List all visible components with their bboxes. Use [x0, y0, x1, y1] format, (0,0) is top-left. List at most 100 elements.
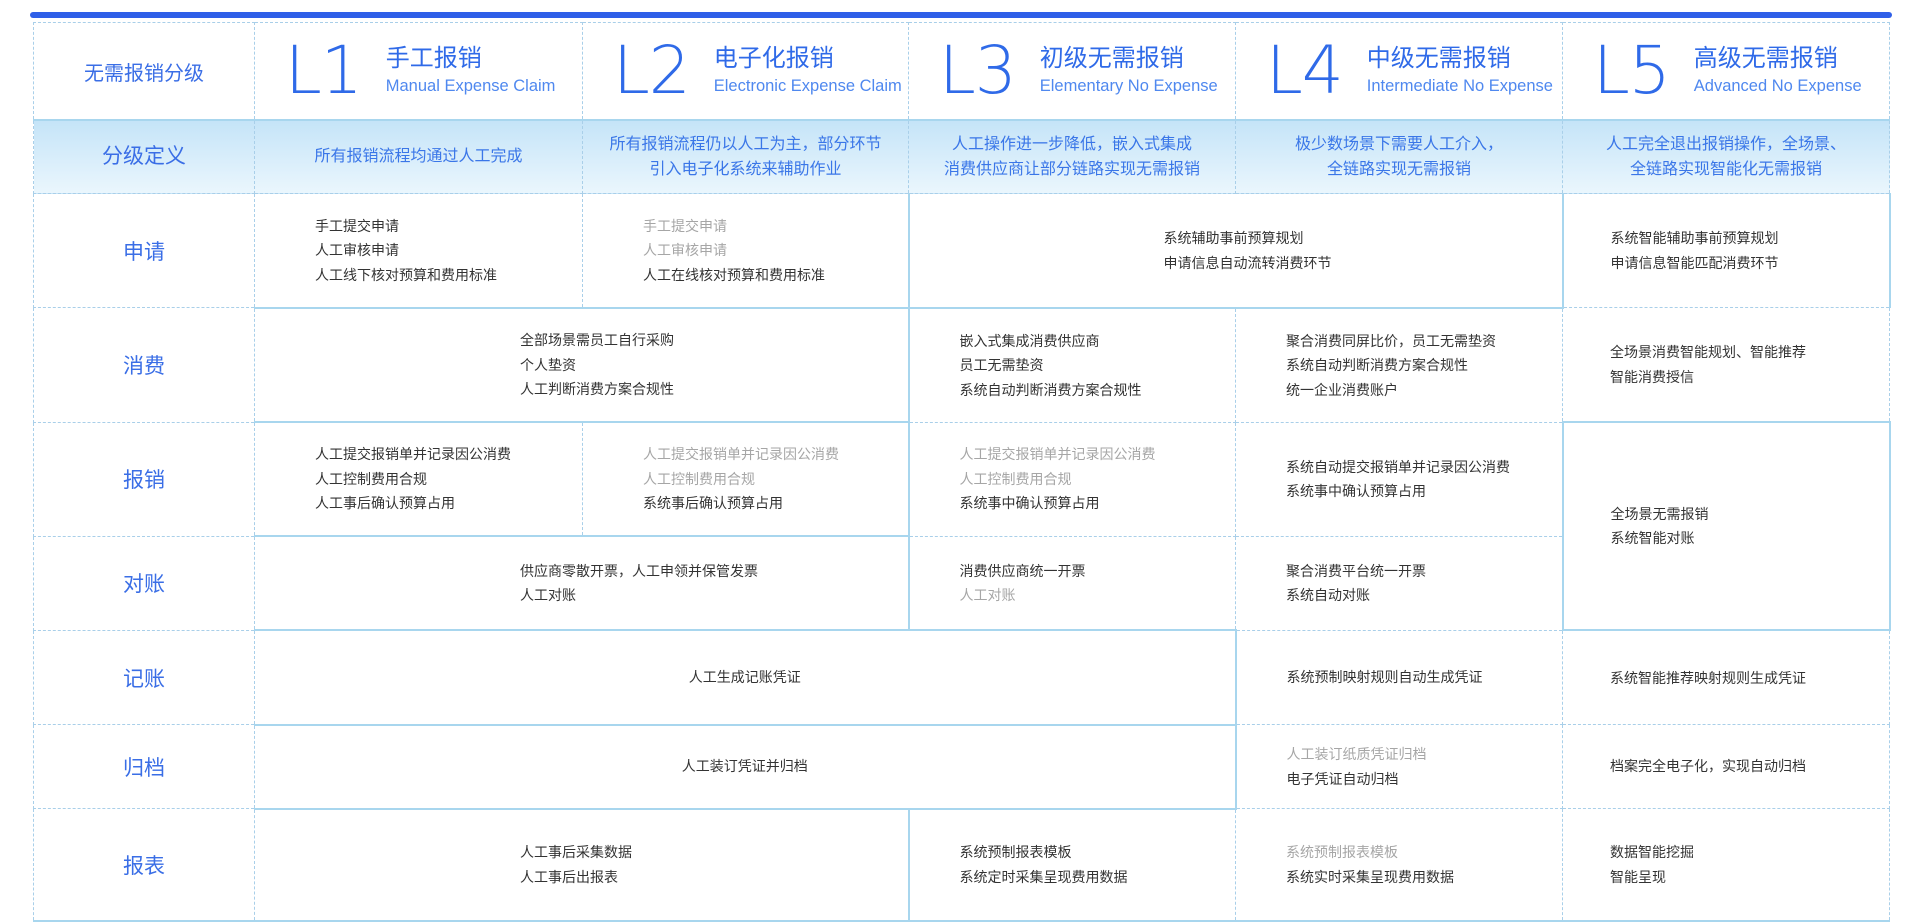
level-english: Elementary No Expense [1039, 76, 1218, 95]
definition-l2: 所有报销流程仍以人工为主，部分环节 引入电子化系统来辅助作业 [582, 119, 909, 195]
cell-consume-l1-l2: 全部场景需员工自行采购 个人垫资 人工判断消费方案合规性 [254, 306, 910, 423]
row-bookkeeping: 记账 人工生成记账凭证 系统预制映射规则自动生成凭证 系统智能推荐映射规则生成凭… [33, 629, 1890, 726]
cell-line: 系统自动对账 [1286, 587, 1370, 604]
cell-archive-l5: 档案完全电子化，实现自动归档 [1562, 724, 1890, 810]
cell-line: 系统预制映射规则自动生成凭证 [1286, 669, 1483, 686]
cell-line: 系统事后确认预算占用 [643, 495, 783, 512]
cell-line: 人工控制费用合规 [315, 470, 427, 487]
level-name: 中级无需报销 [1366, 44, 1511, 72]
definition-text: 引入电子化系统来辅助作业 [649, 161, 842, 179]
level-number: L5 [1593, 32, 1671, 110]
level-name: 手工报销 [385, 44, 482, 72]
cell-line: 人工提交报销单并记录因公消费 [643, 446, 839, 463]
cell-consume-l4: 聚合消费同屏比价，员工无需垫资 系统自动判断消费方案合规性 统一企业消费账户 [1235, 306, 1563, 423]
level-header-l1: L1 手工报销 Manual Expense Claim [254, 22, 583, 121]
definition-text: 极少数场景下需要人工介入， [1294, 135, 1503, 153]
row-label-bookkeeping: 记账 [33, 629, 255, 726]
level-header-l3: L3 初级无需报销 Elementary No Expense [908, 22, 1236, 121]
row-label-reconcile: 对账 [33, 535, 255, 631]
cell-line: 系统事中确认预算占用 [1286, 483, 1426, 500]
row-label-consume: 消费 [33, 307, 255, 423]
cell-line: 人工线下核对预算和费用标准 [315, 266, 497, 283]
cell-report-l5: 数据智能挖掘 智能呈现 [1562, 808, 1890, 922]
cell-line: 电子凭证自动归档 [1286, 770, 1399, 787]
cell-line: 人工判断消费方案合规性 [520, 381, 674, 398]
expense-level-matrix: 无需报销分级 L1 手工报销 Manual Expense Claim L2 电… [33, 22, 1891, 922]
cell-line: 智能呈现 [1610, 868, 1666, 885]
level-header-l5: L5 高级无需报销 Advanced No Expense [1562, 22, 1890, 121]
cell-reimburse-l4: 系统自动提交报销单并记录因公消费 系统事中确认预算占用 [1235, 421, 1563, 537]
cell-bookkeeping-l5: 系统智能推荐映射规则生成凭证 [1562, 629, 1890, 726]
row-label-archive: 归档 [33, 724, 255, 810]
cell-line: 个人垫资 [520, 356, 576, 373]
row-label-reimburse: 报销 [33, 421, 255, 537]
cell-line: 人工审核申请 [315, 242, 399, 259]
cell-line: 系统自动判断消费方案合规性 [1286, 357, 1468, 374]
row-label-definition: 分级定义 [33, 119, 255, 195]
cell-line: 申请信息自动流转消费环节 [1163, 254, 1332, 271]
level-name: 初级无需报销 [1039, 44, 1184, 72]
cell-line: 系统预制报表模板 [1286, 844, 1398, 861]
cell-line: 人工装订纸质凭证归档 [1286, 746, 1427, 763]
cell-line: 人工控制费用合规 [959, 470, 1072, 487]
definition-text: 人工完全退出报销操作，全场景、 [1605, 135, 1846, 153]
cell-reimburse-reconcile-l5: 全场景无需报销 系统智能对账 [1561, 421, 1891, 632]
cell-reconcile-l1-l2: 供应商零散开票，人工申领并保管发票 人工对账 [254, 535, 910, 632]
definition-text: 消费供应商让部分链路实现无需报销 [943, 161, 1200, 179]
cell-apply-l5: 系统智能辅助事前预算规划 申请信息智能匹配消费环节 [1562, 193, 1891, 309]
cell-report-l1-l2: 人工事后采集数据 人工事后出报表 [254, 808, 910, 922]
row-label-apply: 申请 [33, 193, 255, 309]
cell-line: 人工事后采集数据 [520, 844, 632, 861]
cell-line: 人工装订凭证并归档 [681, 758, 808, 775]
cell-line: 供应商零散开票，人工申领并保管发票 [520, 562, 758, 579]
header-row: 无需报销分级 L1 手工报销 Manual Expense Claim L2 电… [33, 22, 1890, 121]
cell-line: 人工事后出报表 [520, 868, 618, 885]
cell-report-l4: 系统预制报表模板 系统实时采集呈现费用数据 [1235, 808, 1563, 922]
level-english: Intermediate No Expense [1366, 76, 1553, 95]
level-english: Advanced No Expense [1693, 76, 1862, 95]
definition-text: 全链路实现无需报销 [1326, 161, 1471, 179]
row-reimburse: 报销 人工提交报销单并记录因公消费 人工控制费用合规 人工事后确认预算占用 人工… [33, 421, 1891, 632]
level-english: Electronic Expense Claim [713, 76, 902, 95]
cell-line: 系统智能辅助事前预算规划 [1610, 230, 1779, 247]
cell-line: 人工控制费用合规 [643, 470, 755, 487]
cell-line: 系统事中确认预算占用 [959, 495, 1100, 512]
definition-l1: 所有报销流程均通过人工完成 [254, 119, 583, 195]
definition-text: 所有报销流程仍以人工为主，部分环节 [609, 135, 882, 153]
level-number: L3 [939, 32, 1017, 110]
definition-l3: 人工操作进一步降低，嵌入式集成 消费供应商让部分链路实现无需报销 [908, 119, 1236, 195]
cell-reconcile-l3: 消费供应商统一开票 人工对账 [908, 535, 1236, 632]
cell-line: 手工提交申请 [315, 217, 399, 234]
cell-line: 系统辅助事前预算规划 [1163, 230, 1304, 247]
definition-text: 人工操作进一步降低，嵌入式集成 [951, 135, 1192, 153]
cell-line: 系统定时采集呈现费用数据 [959, 868, 1128, 885]
row-label-report: 报表 [33, 808, 255, 922]
cell-line: 人工提交报销单并记录因公消费 [959, 446, 1156, 463]
definition-l4: 极少数场景下需要人工介入， 全链路实现无需报销 [1235, 119, 1563, 195]
cell-bookkeeping-l4: 系统预制映射规则自动生成凭证 [1235, 629, 1563, 726]
cell-line: 全场景消费智能规划、智能推荐 [1610, 344, 1806, 361]
definition-text: 所有报销流程均通过人工完成 [314, 148, 523, 166]
cell-line: 统一企业消费账户 [1286, 381, 1398, 398]
cell-apply-l3-l4: 系统辅助事前预算规划 申请信息自动流转消费环节 [907, 193, 1564, 309]
cell-reimburse-l3: 人工提交报销单并记录因公消费 人工控制费用合规 系统事中确认预算占用 [907, 421, 1236, 537]
level-header-l2: L2 电子化报销 Electronic Expense Claim [582, 22, 909, 121]
row-report: 报表 人工事后采集数据 人工事后出报表 系统预制报表模板 系统定时采集呈现费用数… [33, 808, 1890, 922]
level-name: 电子化报销 [713, 44, 834, 72]
cell-line: 档案完全电子化，实现自动归档 [1610, 758, 1806, 775]
level-name: 高级无需报销 [1693, 44, 1838, 72]
cell-line: 系统预制报表模板 [959, 844, 1072, 861]
level-number: L1 [285, 32, 363, 110]
cell-line: 人工生成记账凭证 [688, 669, 801, 686]
definition-text: 全链路实现智能化无需报销 [1629, 161, 1822, 179]
cell-line: 人工在线核对预算和费用标准 [643, 266, 825, 283]
level-number: L4 [1266, 32, 1344, 110]
level-number: L2 [613, 32, 691, 110]
cell-line: 人工事后确认预算占用 [315, 495, 455, 512]
cell-line: 系统智能对账 [1610, 530, 1695, 547]
cell-line: 系统自动提交报销单并记录因公消费 [1286, 458, 1510, 475]
cell-line: 嵌入式集成消费供应商 [959, 332, 1100, 349]
cell-line: 系统自动判断消费方案合规性 [959, 381, 1142, 398]
cell-line: 申请信息智能匹配消费环节 [1610, 254, 1779, 271]
cell-archive-l1-l3: 人工装订凭证并归档 [254, 724, 1237, 810]
